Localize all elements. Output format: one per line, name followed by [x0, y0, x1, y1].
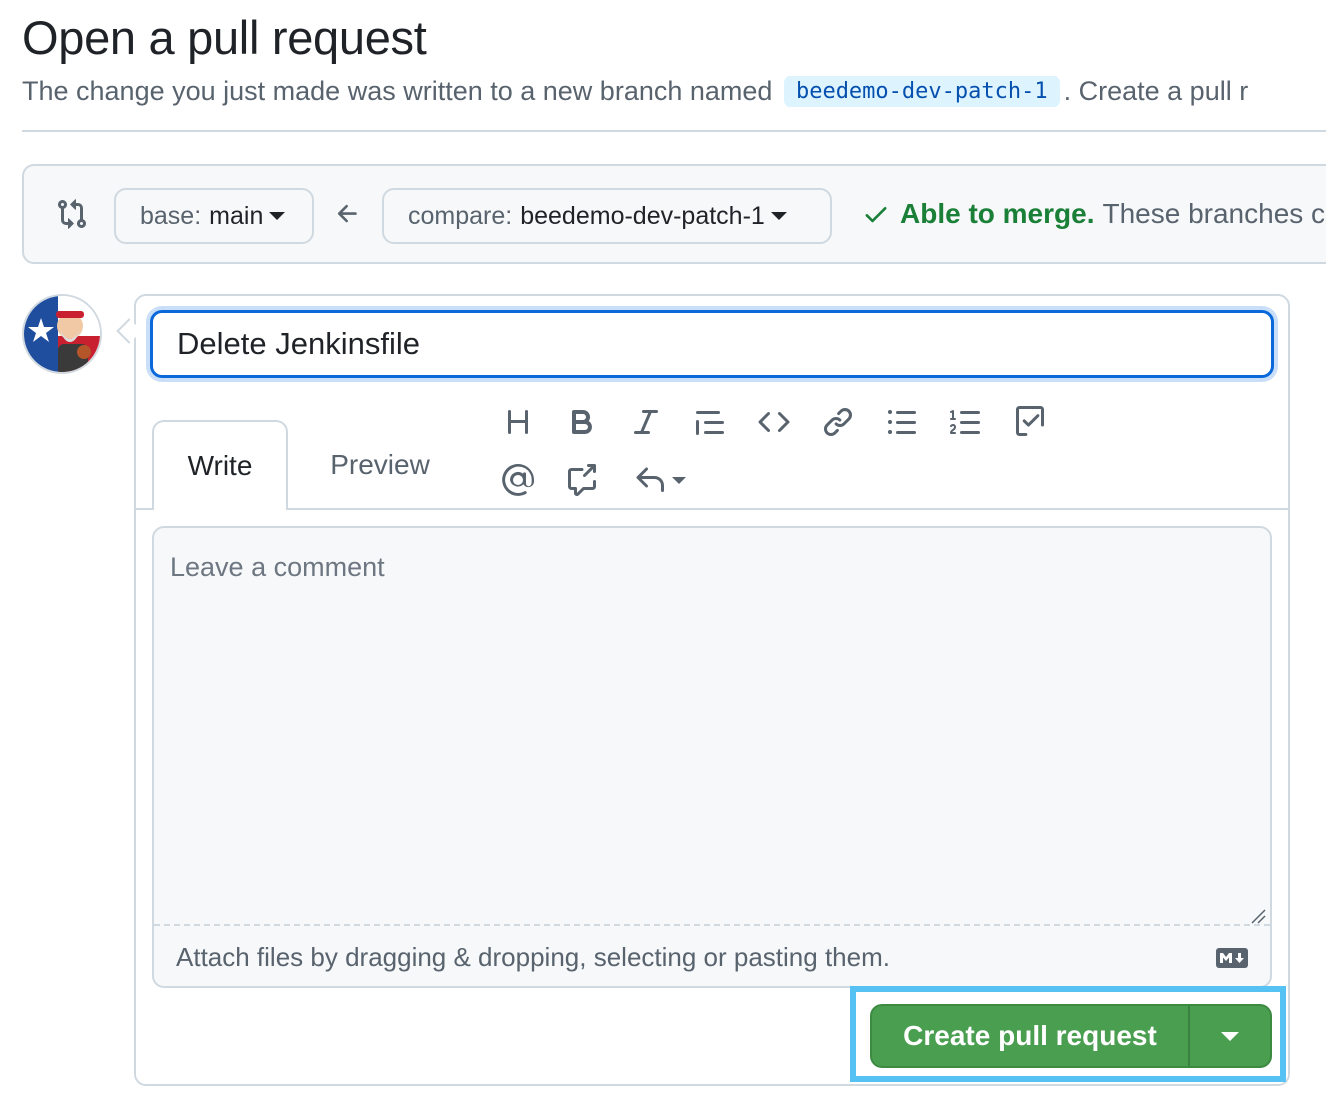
check-icon [865, 207, 887, 223]
create-pull-request-button[interactable]: Create pull request [872, 1006, 1190, 1066]
create-pull-request-button-group: Create pull request [870, 1004, 1272, 1068]
chevron-down-icon [672, 476, 686, 484]
page-subtitle: The change you just made was written to … [22, 76, 1326, 107]
compare-branch-value: beedemo-dev-patch-1 [520, 201, 765, 230]
task-list-icon[interactable] [1008, 400, 1052, 444]
header-divider [22, 130, 1326, 132]
create-options-dropdown[interactable] [1190, 1006, 1270, 1066]
chevron-down-icon [1221, 1031, 1239, 1041]
tab-write[interactable]: Write [152, 420, 288, 510]
comment-textarea[interactable] [154, 528, 1270, 926]
markdown-icon[interactable] [1216, 948, 1248, 968]
base-branch-value: main [209, 201, 264, 230]
unordered-list-icon[interactable] [880, 400, 924, 444]
chevron-down-icon [269, 212, 286, 220]
subtitle-text: The change you just made was written to … [22, 76, 773, 106]
ordered-list-icon[interactable] [944, 400, 988, 444]
subtitle-text-after: . Create a pull r [1063, 76, 1249, 106]
compare-prefix: compare: [408, 201, 513, 230]
avatar-image [24, 296, 100, 372]
attach-files-hint[interactable]: Attach files by dragging & dropping, sel… [176, 942, 890, 973]
quote-icon[interactable] [688, 400, 732, 444]
git-compare-icon [58, 199, 87, 229]
link-icon[interactable] [816, 400, 860, 444]
pr-title-input[interactable] [150, 310, 1274, 378]
tabs-divider [136, 508, 1288, 510]
arrow-left-icon [337, 204, 357, 223]
branch-name-code: beedemo-dev-patch-1 [783, 76, 1060, 107]
chevron-down-icon [770, 212, 787, 220]
page-title: Open a pull request [22, 11, 427, 64]
comment-editor: Attach files by dragging & dropping, sel… [152, 526, 1272, 988]
bold-icon[interactable] [560, 400, 604, 444]
heading-icon[interactable] [496, 400, 540, 444]
mention-icon[interactable] [496, 458, 540, 502]
saved-replies-icon[interactable] [626, 458, 694, 502]
merge-status: Able to merge. These branches c [862, 198, 1325, 230]
code-icon[interactable] [752, 400, 796, 444]
compare-branch-selector[interactable]: compare: beedemo-dev-patch-1 [382, 188, 832, 244]
branch-compare-bar: base: main compare: beedemo-dev-patch-1 … [22, 164, 1326, 264]
avatar[interactable] [22, 294, 102, 374]
attach-divider [154, 924, 1270, 926]
tab-preview[interactable]: Preview [306, 420, 454, 510]
base-branch-selector[interactable]: base: main [114, 188, 314, 244]
resize-handle-icon[interactable] [1248, 906, 1266, 924]
merge-status-label: Able to merge. [900, 198, 1095, 229]
italic-icon[interactable] [624, 400, 668, 444]
merge-status-description: These branches c [1102, 198, 1326, 229]
base-prefix: base: [140, 201, 202, 230]
cross-reference-icon[interactable] [560, 458, 604, 502]
